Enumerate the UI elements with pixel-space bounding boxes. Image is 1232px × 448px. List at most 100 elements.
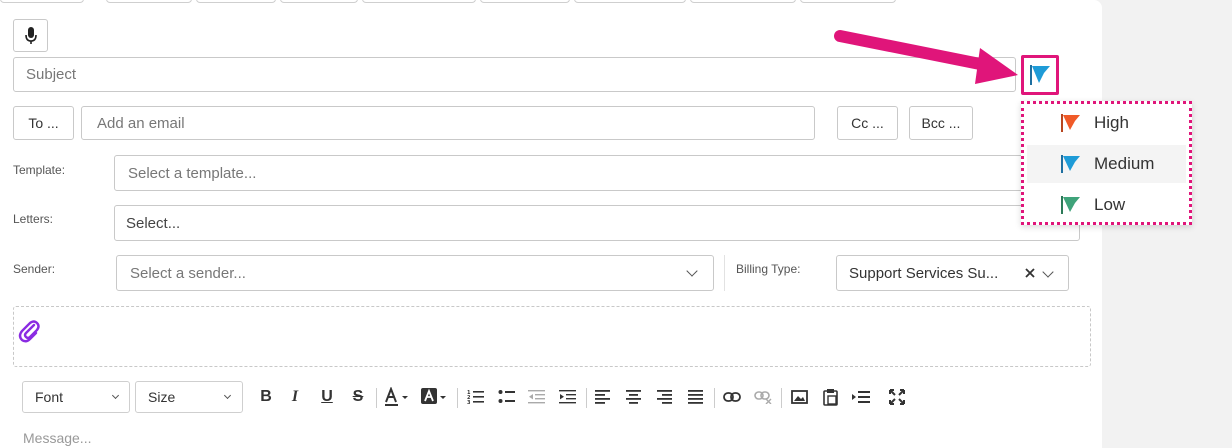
outdent-icon — [528, 390, 545, 404]
message-placeholder[interactable]: Message... — [23, 430, 91, 446]
bcc-button[interactable]: Bcc ... — [909, 106, 973, 140]
chevron-down-icon — [686, 265, 698, 277]
font-select[interactable]: Font — [22, 381, 130, 413]
svg-text:3: 3 — [467, 400, 471, 405]
to-email-input[interactable]: Add an email — [81, 106, 815, 140]
tab-stub[interactable] — [480, 0, 570, 3]
strikethrough-icon: S — [352, 388, 364, 405]
align-left-icon — [595, 390, 610, 404]
align-right-button[interactable] — [652, 384, 678, 410]
clipboard-icon — [822, 389, 838, 406]
tab-stub[interactable] — [106, 0, 192, 3]
divider — [724, 255, 725, 291]
image-icon — [790, 390, 808, 404]
cc-button-label: Cc ... — [851, 115, 884, 131]
font-select-label: Font — [35, 389, 64, 405]
size-select[interactable]: Size — [135, 381, 243, 413]
sender-placeholder: Select a sender... — [130, 264, 246, 282]
outdent-button[interactable] — [524, 384, 550, 410]
tab-stub[interactable] — [362, 0, 476, 3]
sender-label: Sender: — [13, 262, 56, 276]
to-email-placeholder: Add an email — [97, 114, 185, 132]
insert-link-button[interactable] — [719, 384, 745, 410]
ordered-list-button[interactable]: 1 2 3 — [463, 384, 489, 410]
clear-icon[interactable] — [1024, 267, 1036, 279]
microphone-icon — [24, 26, 37, 44]
priority-option-high[interactable]: High — [1027, 104, 1186, 142]
sender-select[interactable]: Select a sender... — [116, 255, 714, 291]
justify-icon — [688, 390, 703, 404]
priority-flag-button[interactable] — [1021, 55, 1059, 95]
align-center-button[interactable] — [621, 384, 647, 410]
insert-field-button[interactable] — [848, 384, 874, 410]
letters-label: Letters: — [13, 212, 54, 226]
tab-stub[interactable] — [196, 0, 276, 3]
priority-option-label: Low — [1094, 195, 1126, 214]
chevron-down-icon — [1042, 266, 1054, 278]
paperclip-icon[interactable] — [18, 319, 40, 343]
highlight-color-button[interactable] — [418, 384, 450, 410]
priority-option-label: Medium — [1094, 154, 1155, 173]
to-button-label: To ... — [28, 115, 59, 131]
text-color-icon — [385, 387, 408, 406]
ordered-list-icon: 1 2 3 — [467, 390, 484, 405]
bullet-list-icon — [498, 390, 515, 403]
align-right-icon — [657, 390, 672, 404]
priority-option-label: High — [1094, 113, 1129, 132]
paste-button[interactable] — [817, 384, 843, 410]
tab-stub[interactable] — [574, 0, 686, 3]
tab-stub[interactable] — [800, 0, 896, 3]
size-select-label: Size — [148, 389, 176, 405]
dictation-button[interactable] — [13, 19, 48, 52]
cc-button[interactable]: Cc ... — [837, 106, 898, 140]
flag-high-icon — [1061, 114, 1080, 132]
highlight-color-icon — [421, 388, 446, 404]
underline-button[interactable]: U — [314, 384, 340, 410]
indent-field-icon — [852, 391, 870, 403]
toolbar-separator — [457, 388, 458, 408]
billing-type-select[interactable]: Support Services Su... — [836, 255, 1069, 291]
tab-stub[interactable] — [280, 0, 358, 3]
template-placeholder: Select a template... — [128, 164, 257, 182]
toolbar-separator — [376, 388, 377, 408]
italic-button[interactable]: I — [282, 384, 308, 410]
indent-icon — [559, 390, 576, 404]
tab-stub[interactable] — [0, 0, 84, 3]
flag-low-icon — [1061, 196, 1080, 214]
toolbar-separator — [586, 388, 587, 408]
priority-option-low[interactable]: Low — [1027, 186, 1186, 224]
to-button[interactable]: To ... — [13, 106, 74, 140]
toolbar-separator — [781, 388, 782, 408]
fullscreen-button[interactable] — [884, 384, 910, 410]
template-label: Template: — [13, 163, 66, 177]
billing-type-value: Support Services Su... — [849, 264, 999, 282]
flag-icon — [1030, 65, 1050, 85]
toolbar-separator — [714, 388, 715, 408]
editor-toolbar: Font Size B I U S 1 2 3 — [0, 380, 1102, 414]
unlink-icon — [754, 391, 772, 404]
attachment-area[interactable] — [13, 306, 1091, 367]
align-center-icon — [626, 390, 641, 404]
bcc-button-label: Bcc ... — [921, 115, 961, 131]
bullet-list-button[interactable] — [494, 384, 520, 410]
strikethrough-button[interactable]: S — [345, 384, 371, 410]
justify-button[interactable] — [683, 384, 709, 410]
template-select[interactable]: Select a template... — [114, 155, 1080, 191]
letters-select[interactable]: Select... — [114, 205, 1080, 241]
flag-medium-icon — [1061, 155, 1080, 173]
subject-placeholder: Subject — [26, 66, 77, 83]
chevron-down-icon — [223, 391, 232, 400]
billing-type-label: Billing Type: — [736, 262, 801, 276]
annotation-arrow-icon — [834, 30, 1018, 84]
remove-link-button[interactable] — [750, 384, 776, 410]
italic-icon: I — [291, 388, 299, 405]
link-icon — [723, 392, 741, 402]
bold-button[interactable]: B — [253, 384, 279, 410]
priority-option-medium[interactable]: Medium — [1027, 145, 1186, 183]
insert-image-button[interactable] — [786, 384, 812, 410]
tab-stub[interactable] — [690, 0, 796, 3]
letters-placeholder: Select... — [126, 214, 181, 232]
align-left-button[interactable] — [590, 384, 616, 410]
text-color-button[interactable] — [382, 384, 412, 410]
indent-button[interactable] — [555, 384, 581, 410]
